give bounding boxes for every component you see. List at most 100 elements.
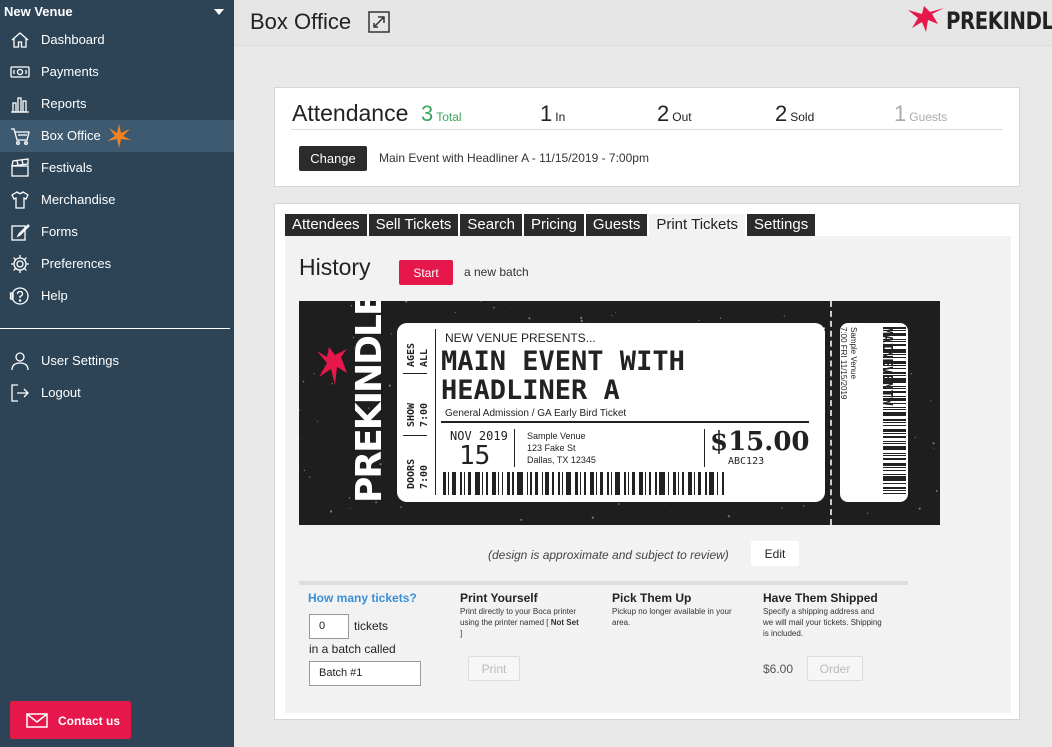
barcode-bar	[545, 472, 549, 495]
barcode-bar	[468, 472, 471, 495]
barcode-bar	[883, 330, 906, 331]
how-many-label[interactable]: How many tickets?	[308, 591, 417, 605]
nav-festivals[interactable]: Festivals	[0, 152, 234, 184]
stub-presenter-anchor: New Venue	[817, 327, 827, 368]
nav-user-settings[interactable]: User Settings	[0, 345, 234, 377]
stub-barcode	[883, 327, 906, 497]
barcode-bar	[883, 396, 906, 397]
nav-label: Merchandise	[41, 192, 116, 207]
speckle-dot	[933, 448, 935, 450]
desc-line: Specify a shipping address and	[763, 607, 875, 616]
edit-design-button[interactable]: Edit	[751, 541, 799, 566]
tab-print-tickets[interactable]: Print Tickets	[649, 214, 746, 236]
speckle-dot	[301, 439, 302, 441]
barcode-bar	[883, 455, 906, 456]
barcode-bar	[535, 472, 538, 495]
ticket-divider	[514, 429, 515, 467]
nav-help[interactable]: Help	[0, 280, 234, 312]
edit-form-icon	[11, 224, 30, 241]
ticket-price: $15.00	[710, 427, 810, 457]
tab-search[interactable]: Search	[460, 214, 522, 236]
nav-reports[interactable]: Reports	[0, 88, 234, 120]
barcode-bar	[475, 472, 480, 495]
nav-dashboard[interactable]: Dashboard	[0, 24, 234, 56]
nav-merchandise[interactable]: Merchandise	[0, 184, 234, 216]
nav-label: User Settings	[41, 353, 120, 368]
barcode-bar	[659, 472, 665, 495]
attendance-title: Attendance	[292, 100, 409, 126]
attendance-card: Attendance 3 Total 1 In 2 Out 2 Sold 1 Guests…	[274, 87, 1020, 187]
barcode-bar	[624, 472, 626, 495]
venue-selector[interactable]: New Venue	[4, 4, 230, 20]
barcode-bar	[464, 472, 465, 495]
event-line-2: HEADLINER A	[441, 375, 620, 406]
barcode-bar	[562, 472, 563, 495]
shipped-desc: Specify a shipping address and we will m…	[763, 606, 893, 639]
nav-box-office[interactable]: Box Office	[0, 120, 234, 152]
barcode-bar	[883, 483, 906, 484]
barcode-bar	[530, 472, 532, 495]
nav-preferences[interactable]: Preferences	[0, 248, 234, 280]
barcode-bar	[883, 378, 906, 383]
start-batch-button[interactable]: Start	[399, 260, 453, 285]
contact-us-button[interactable]: Contact us	[10, 701, 131, 739]
tshirt-icon	[11, 191, 29, 209]
order-button[interactable]: Order	[807, 656, 863, 681]
barcode-bar	[883, 407, 906, 408]
speckle-dot	[520, 518, 523, 521]
batch-label: in a batch called	[309, 642, 396, 656]
speckle-dot	[390, 333, 392, 335]
barcode-bar	[883, 386, 906, 387]
ticket-logo-text: PREKINDLE	[349, 301, 390, 503]
speckle-dot	[930, 400, 932, 402]
barcode-bar	[628, 472, 629, 495]
barcode-bar	[883, 490, 906, 491]
batch-name-input[interactable]: Batch #1	[309, 661, 421, 686]
print-tickets-panel: History Start a new batch PREKINDLE AGES…	[285, 236, 1011, 713]
nav-logout[interactable]: Logout	[0, 377, 234, 409]
barcode-bar	[883, 388, 906, 389]
barcode-bar	[580, 472, 581, 495]
barcode-bar	[486, 472, 488, 495]
tab-attendees[interactable]: Attendees	[285, 214, 367, 236]
speckle-dot	[309, 476, 311, 478]
popout-icon[interactable]	[367, 10, 391, 34]
stub-presenter: New Venue	[817, 327, 826, 368]
barcode-bar	[883, 493, 906, 494]
printer-name: Not Set	[550, 618, 579, 627]
change-event-button[interactable]: Change	[299, 146, 367, 171]
print-button[interactable]: Print	[468, 656, 520, 681]
user-icon	[11, 352, 29, 371]
speckle-dot	[329, 510, 333, 513]
ticket-type: General Admission / GA Early Bird Ticket	[445, 408, 627, 419]
barcode-bar	[552, 472, 554, 495]
speckle-dot	[349, 507, 351, 510]
new-batch-text: a new batch	[464, 265, 529, 279]
tab-guests[interactable]: Guests	[585, 214, 648, 236]
barcode-bar	[883, 344, 906, 346]
tab-pricing[interactable]: Pricing	[523, 214, 584, 236]
nav-label: Forms	[41, 224, 78, 239]
event-line-1: MAIN EVENT WITH	[441, 346, 685, 377]
options-divider	[299, 581, 908, 585]
ticket-stub: MAINEVENTW Sample Venue 7:00 FRI 11/15/2…	[839, 323, 908, 502]
nav-label: Dashboard	[41, 32, 105, 47]
speckle-dot	[913, 415, 915, 417]
speckle-dot	[664, 505, 665, 507]
starburst-icon	[107, 124, 131, 148]
nav-payments[interactable]: Payments	[0, 56, 234, 88]
clapperboard-icon	[11, 158, 29, 177]
tab-sell-tickets[interactable]: Sell Tickets	[368, 214, 459, 236]
speckle-dot	[932, 442, 935, 445]
ticket-quantity-input[interactable]: 0	[309, 614, 349, 639]
speckle-dot	[587, 320, 589, 322]
barcode-bar	[596, 472, 597, 495]
venue-name: New Venue	[4, 4, 73, 19]
nav-forms[interactable]: Forms	[0, 216, 234, 248]
barcode-bar	[527, 472, 528, 495]
stub-venue-anchor: Sample Venue	[849, 327, 859, 379]
tab-settings[interactable]: Settings	[747, 214, 816, 236]
barcode-bar	[717, 472, 718, 495]
barcode-bar	[883, 425, 906, 426]
barcode-bar	[883, 441, 906, 442]
